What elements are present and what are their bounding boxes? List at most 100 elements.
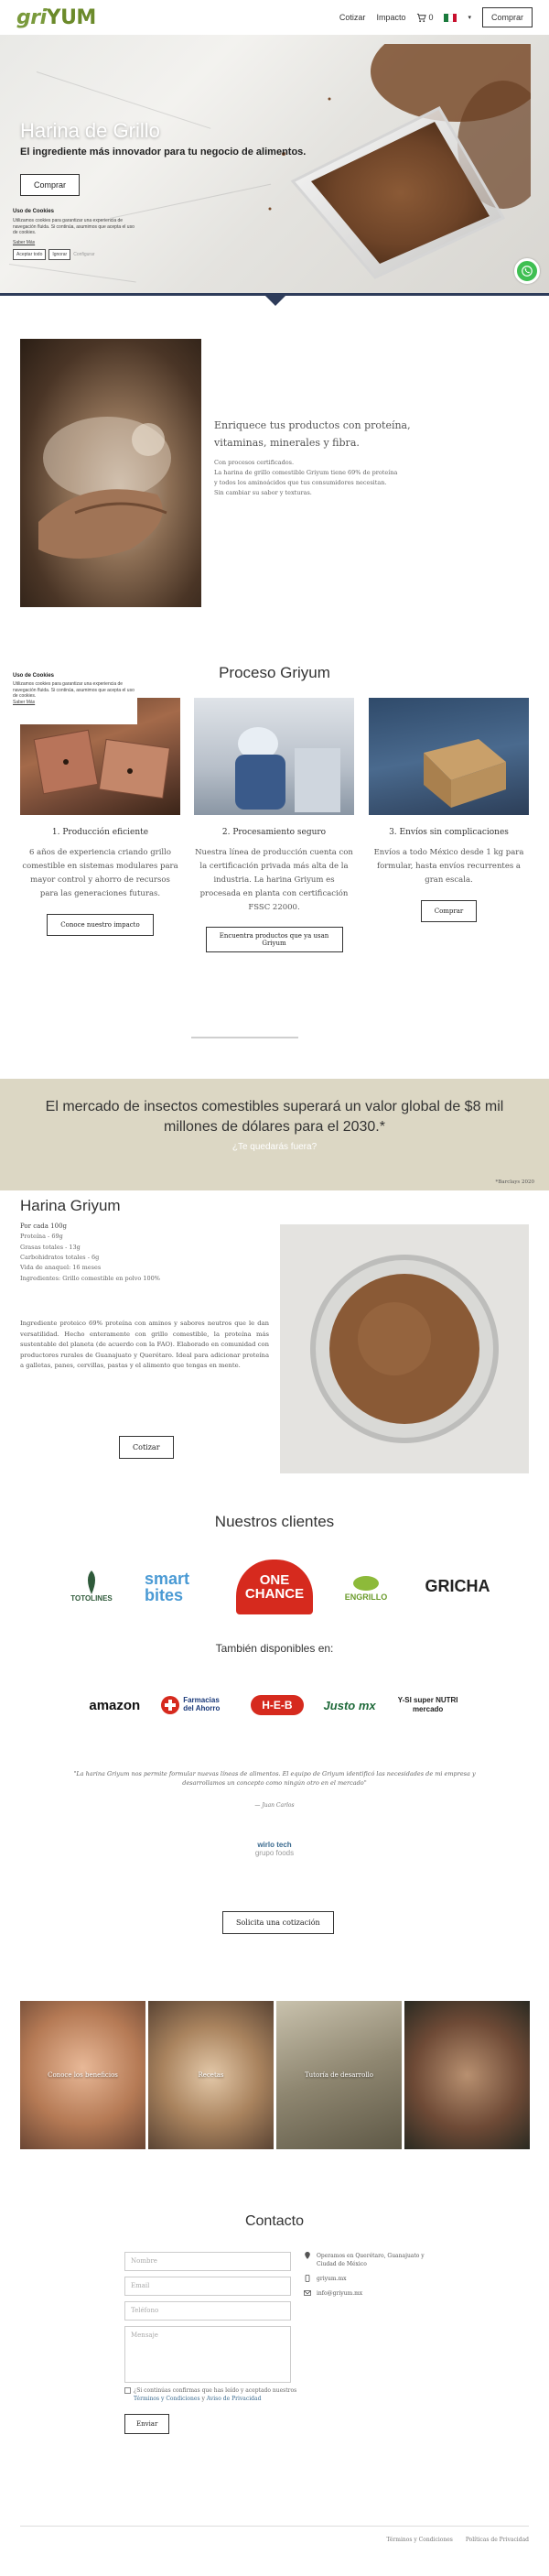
message-field[interactable]: Mensaje — [124, 2326, 291, 2383]
contact-email: info@griyum.mx — [304, 2289, 441, 2298]
contact-location: Operamos en Querétaro, Guanajuato y Ciud… — [304, 2252, 441, 2268]
terms-consent: ¿Si continúas confirmas que has leído y … — [124, 2386, 307, 2403]
community-tile[interactable] — [404, 2001, 530, 2149]
whatsapp-button[interactable] — [514, 258, 540, 284]
market-headline: El mercado de insectos comestibles super… — [45, 1099, 504, 1135]
footer-terms-link[interactable]: Términos y Condiciones — [386, 2537, 453, 2543]
nav-impacto[interactable]: Impacto — [376, 13, 405, 22]
send-button[interactable]: Enviar — [124, 2414, 170, 2434]
cookie-accept-button[interactable]: Aceptar todo — [13, 249, 47, 260]
store-name: amazon — [89, 1697, 141, 1713]
store-name: Justo mx — [323, 1698, 376, 1712]
development-tile[interactable]: Tutoría de desarrollo — [276, 2001, 402, 2149]
footer-privacy-link[interactable]: Políticas de Privacidad — [466, 2537, 529, 2543]
client-logo-totolines: TOTOLINES — [53, 1560, 130, 1614]
product-title: Harina Griyum — [20, 1197, 121, 1214]
request-quote-button[interactable]: Solicita una cotización — [222, 1911, 334, 1934]
terms-link[interactable]: Términos y Condiciones — [134, 2396, 200, 2402]
hands-flour-image — [20, 339, 201, 607]
cookie-more-link[interactable]: Saber Más — [13, 700, 35, 705]
tile-label: Recetas — [198, 2071, 224, 2079]
email-field[interactable]: Email — [124, 2277, 291, 2296]
recipes-tile[interactable]: Recetas — [148, 2001, 274, 2149]
client-logo-onechance: ONE CHANCE — [236, 1559, 313, 1614]
logo-yum: YUM — [46, 5, 97, 29]
hero-buy-button[interactable]: Comprar — [20, 174, 81, 196]
client-logo-smartbites: smart bites — [145, 1560, 221, 1614]
nutrition-serving: Por cada 100g — [20, 1223, 68, 1230]
intro-line: La harina de grillo comestible Griyum ti… — [214, 468, 398, 476]
nutrition-line: Ingredientes: Grillo comestible en polvo… — [20, 1274, 160, 1282]
testimonial-author: — Juan Carlos — [254, 1802, 295, 1809]
contact-website-text[interactable]: griyum.mx — [317, 2275, 347, 2283]
proceso-3-title: 3. Envíos sin complicaciones — [389, 828, 509, 837]
phone-field[interactable]: Teléfono — [124, 2301, 291, 2321]
nav-cotizar[interactable]: Cotizar — [339, 13, 366, 22]
marble-vein — [8, 264, 136, 283]
testimonial-company-logo: wirlo tech grupo foods — [0, 1841, 549, 1857]
footer-divider — [20, 2526, 529, 2527]
intro-line: Con procesos certificados. — [214, 458, 295, 466]
product-quote-button[interactable]: Cotizar — [119, 1436, 174, 1459]
phone-icon — [305, 2275, 310, 2282]
market-source: *Barclays 2020 — [495, 1179, 535, 1185]
store-logo-justo[interactable]: Justo mx — [324, 1699, 376, 1712]
header-buy-button[interactable]: Comprar — [481, 7, 533, 27]
terms-mid: y — [201, 2396, 205, 2402]
store-logo-ysi[interactable]: Y-SI super NUTRI mercado — [396, 1696, 460, 1713]
contact-email-text[interactable]: info@griyum.mx — [317, 2289, 362, 2298]
intro-text-block: Enriquece tus productos con proteína, vi… — [214, 417, 434, 498]
totolines-leaf-icon — [88, 1571, 95, 1594]
cart-link[interactable]: 0 — [416, 13, 433, 23]
cookie-text: Utilizamos cookies para garantizar una e… — [13, 218, 135, 235]
mexico-flag-icon[interactable] — [444, 13, 458, 22]
store-logo-farmacias-del-ahorro[interactable]: Farmacias del Ahorro — [160, 1695, 231, 1715]
terms-checkbox[interactable] — [124, 2387, 131, 2394]
cricket-flour-bowl-image — [268, 44, 531, 279]
company-logo-main: wirlo tech — [257, 1841, 292, 1849]
market-banner: El mercado de insectos comestibles super… — [0, 1079, 549, 1190]
proceso-buy-button[interactable]: Comprar — [420, 899, 478, 922]
product-nutrition: Por cada 100g Proteína - 69g Grasas tota… — [20, 1221, 267, 1284]
chevron-down-icon[interactable]: ▾ — [468, 14, 471, 21]
client-name: ONE CHANCE — [244, 1571, 305, 1602]
cookie-title: Uso de Cookies — [13, 209, 55, 214]
privacy-link[interactable]: Aviso de Privacidad — [207, 2396, 262, 2402]
cart-icon — [417, 13, 427, 22]
contact-website: griyum.mx — [304, 2275, 441, 2283]
cookie-text: Utilizamos cookies para garantizar una e… — [13, 681, 135, 699]
cart-count: 0 — [428, 13, 434, 22]
shipping-box-image — [369, 698, 529, 815]
main-nav: Cotizar Impacto 0 ▾ Comprar — [339, 7, 533, 27]
products-using-griyum-button[interactable]: Encuentra productos que ya usan Griyum — [205, 927, 343, 953]
tile-label: Conoce los beneficios — [48, 2071, 118, 2079]
contact-location-text: Operamos en Querétaro, Guanajuato y Ciud… — [317, 2253, 425, 2267]
hero-subtitle: El ingrediente más innovador para tu neg… — [20, 147, 307, 158]
benefits-tile[interactable]: Conoce los beneficios — [20, 2001, 145, 2149]
scroll-down-arrow-icon[interactable] — [265, 296, 285, 306]
cookie-reject-button[interactable]: Ignorar — [48, 249, 71, 260]
farmacias-cross-icon — [161, 1696, 180, 1714]
client-name: ENGRILLO — [344, 1592, 388, 1602]
proceso-3-body: Envíos a todo México desde 1 kg para for… — [373, 848, 524, 885]
store-logo-heb[interactable]: H-E-B — [251, 1695, 304, 1715]
hands-illustration — [38, 417, 171, 559]
site-header: griYUM Cotizar Impacto 0 ▾ Comprar — [0, 0, 549, 35]
location-pin-icon — [305, 2252, 310, 2259]
clients-title: Nuestros clientes — [214, 1513, 335, 1530]
cookie-more-link[interactable]: Saber Más — [13, 240, 35, 245]
griyum-logo[interactable]: griYUM — [16, 6, 96, 29]
proceso-column-3: 3. Envíos sin complicaciones Envíos a to… — [369, 698, 529, 922]
clients-logos: TOTOLINES smart bites ONE CHANCE ENGRILL… — [0, 1557, 549, 1616]
client-name: GRICHA — [425, 1577, 490, 1595]
impact-button[interactable]: Conoce nuestro impacto — [47, 913, 154, 936]
store-logo-amazon[interactable]: amazon — [89, 1698, 140, 1713]
testimonial-quote: "La harina Griyum nos permite formular n… — [73, 1770, 476, 1788]
cookie-title: Uso de Cookies — [13, 673, 55, 679]
cookie-notice: Uso de Cookies Utilizamos cookies para g… — [13, 209, 139, 260]
cookie-config-link[interactable]: Configurar — [73, 252, 94, 257]
client-name: TOTOLINES — [70, 1594, 113, 1603]
intro-heading: Enriquece tus productos con proteína, vi… — [214, 419, 411, 450]
cookie-notice-floating: Uso de Cookies Utilizamos cookies para g… — [11, 671, 137, 724]
name-field[interactable]: Nombre — [124, 2252, 291, 2271]
